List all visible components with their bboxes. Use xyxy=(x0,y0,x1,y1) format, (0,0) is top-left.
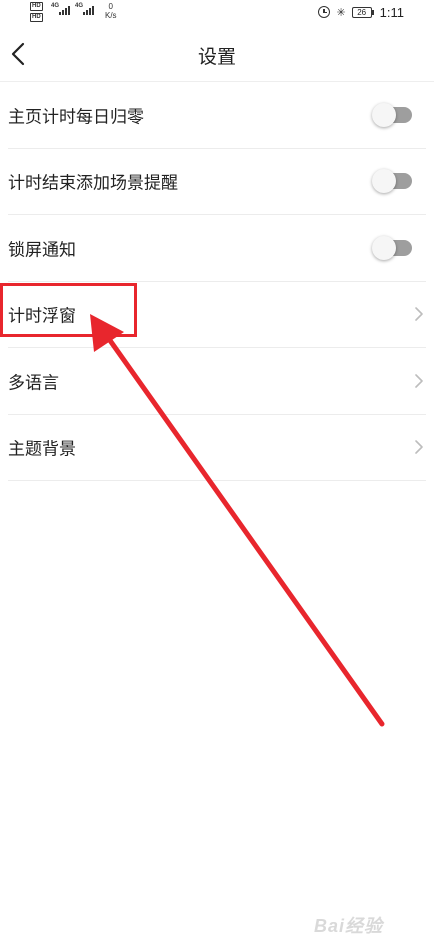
battery-icon: 26 xyxy=(351,6,374,18)
daily-reset-toggle[interactable] xyxy=(372,102,412,127)
setting-label: 多语言 xyxy=(8,373,59,394)
sim1-hd-badge: HD xyxy=(30,2,43,11)
settings-list: 主页计时每日归零 计时结束添加场景提醒 锁屏通知 计时浮窗 多语言 主题背景 xyxy=(0,82,434,481)
status-time: 1:11 xyxy=(379,4,404,20)
toggle-knob xyxy=(372,169,396,194)
sim2-signal-icon xyxy=(83,5,94,15)
page-title: 设置 xyxy=(197,46,236,68)
annotation-highlight-box xyxy=(0,283,137,337)
battery-tip xyxy=(371,9,374,15)
watermark-logo-text: Bai经验 xyxy=(314,916,384,936)
setting-row-daily-reset[interactable]: 主页计时每日归零 xyxy=(8,82,426,149)
battery-level: 26 xyxy=(351,6,372,18)
end-scene-reminder-toggle[interactable] xyxy=(372,169,412,194)
bluetooth-icon: ✳ xyxy=(336,5,346,19)
alarm-icon xyxy=(318,6,331,18)
setting-row-theme-background[interactable]: 主题背景 xyxy=(8,415,426,481)
toggle-knob xyxy=(372,235,396,260)
baidu-watermark-logo: Bai经验 xyxy=(314,912,406,938)
app-header: 设置 xyxy=(0,26,434,82)
sim2-hd-badge: HD xyxy=(30,13,43,22)
network-speed-value: 0 xyxy=(108,2,113,11)
toggle-knob xyxy=(372,102,396,127)
sim1-signal-icon xyxy=(59,5,70,15)
status-right: ✳ 26 1:11 xyxy=(318,3,404,21)
setting-row-end-scene-reminder[interactable]: 计时结束添加场景提醒 xyxy=(8,149,426,215)
setting-label: 主题背景 xyxy=(8,439,76,460)
status-bar: HD HD 4G 4G 0 K/s ✳ 26 1:11 xyxy=(0,0,434,26)
setting-label: 主页计时每日归零 xyxy=(8,107,144,128)
chevron-right-icon xyxy=(415,373,423,388)
chevron-right-icon xyxy=(415,440,423,455)
setting-row-lock-screen-notification[interactable]: 锁屏通知 xyxy=(8,215,426,282)
lock-screen-notification-toggle[interactable] xyxy=(372,235,412,260)
sim2-network-type: 4G xyxy=(75,3,84,9)
sim1-network-type: 4G xyxy=(51,3,60,9)
network-speed: 0 K/s xyxy=(105,2,117,20)
setting-label: 锁屏通知 xyxy=(8,240,76,261)
setting-label: 计时结束添加场景提醒 xyxy=(8,173,178,194)
setting-row-language[interactable]: 多语言 xyxy=(8,348,426,415)
network-speed-unit: K/s xyxy=(105,11,117,20)
chevron-right-icon xyxy=(415,307,423,322)
